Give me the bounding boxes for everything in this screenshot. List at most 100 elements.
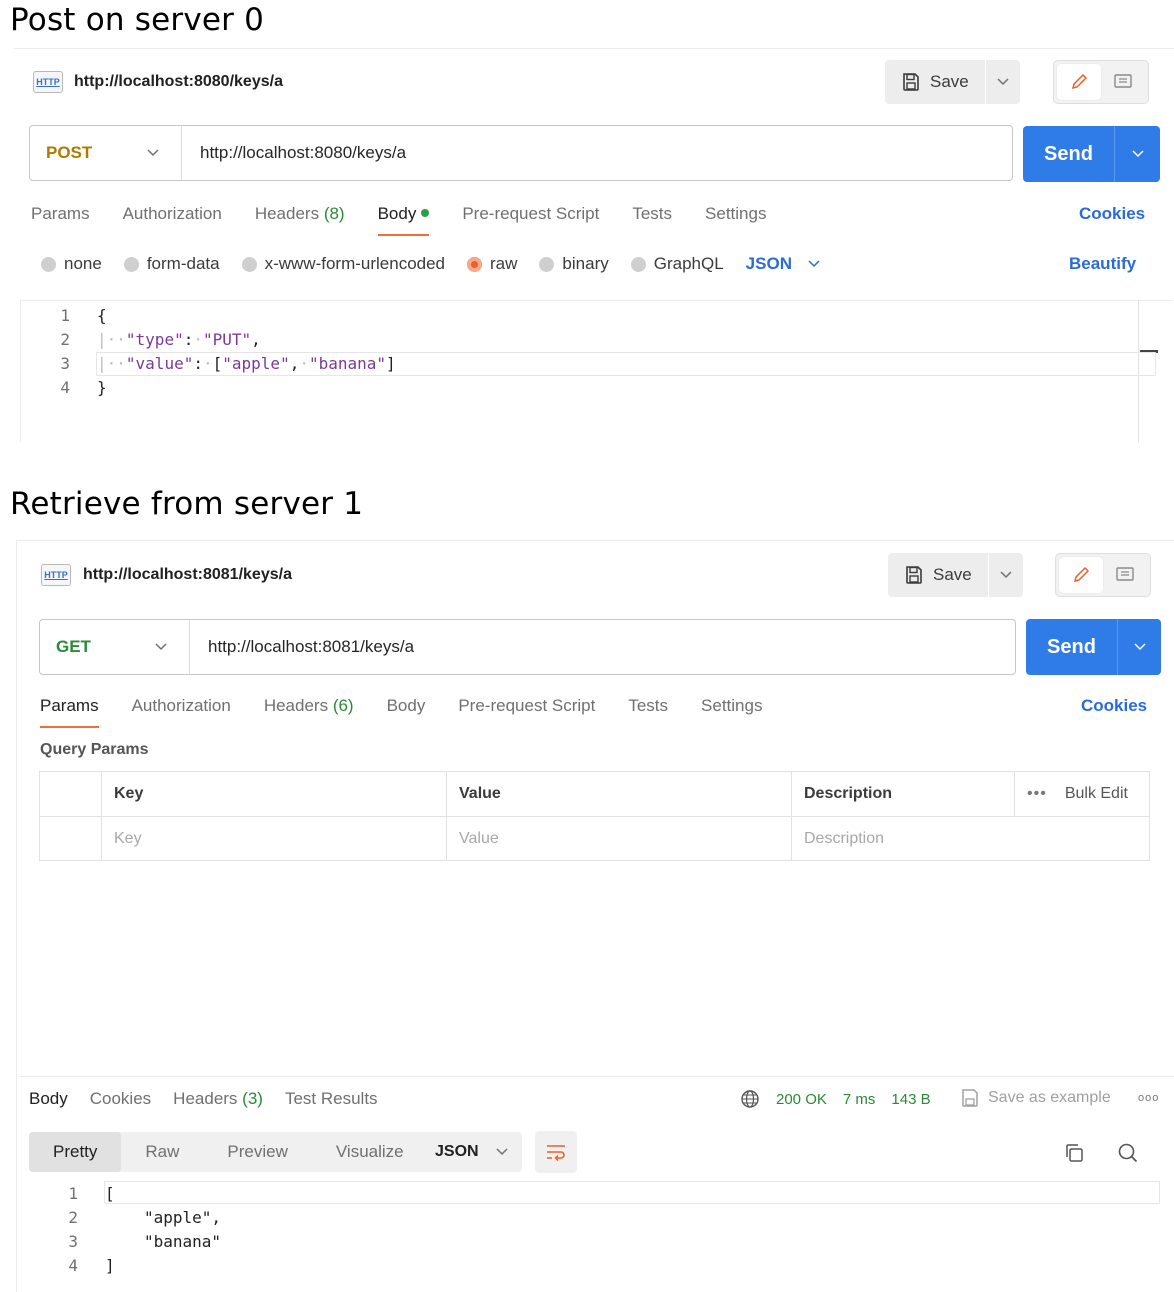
view-raw[interactable]: Raw — [121, 1132, 203, 1172]
section-heading-get: Retrieve from server 1 — [10, 486, 364, 522]
tab-body[interactable]: Body — [387, 696, 426, 716]
tab-headers[interactable]: Headers (6) — [264, 696, 354, 716]
save-label: Save — [933, 565, 972, 584]
radio-none[interactable]: none — [41, 254, 102, 274]
status-code[interactable]: 200 OK — [776, 1091, 827, 1108]
bulk-edit-button[interactable]: ••• Bulk Edit — [1015, 772, 1151, 816]
table-header-row: Key Value Description ••• Bulk Edit — [40, 772, 1149, 817]
line-number: 1 — [68, 1184, 78, 1203]
tab-pre-request-script[interactable]: Pre-request Script — [462, 204, 599, 224]
view-pretty[interactable]: Pretty — [29, 1132, 122, 1172]
http-icon: HTTP — [33, 71, 63, 93]
response-tab-body[interactable]: Body — [29, 1089, 68, 1109]
description-input[interactable]: Description — [792, 817, 1151, 861]
code-close-brace: } — [97, 378, 107, 397]
search-button[interactable] — [1117, 1142, 1139, 1169]
save-dropdown[interactable] — [986, 60, 1020, 104]
chevron-down-icon — [997, 78, 1009, 86]
method-select[interactable]: POST — [30, 126, 182, 180]
send-label[interactable]: Send — [1023, 126, 1115, 182]
line-number: 1 — [60, 306, 70, 325]
tab-settings[interactable]: Settings — [701, 696, 762, 716]
response-divider — [18, 1076, 1174, 1077]
response-time[interactable]: 7 ms — [843, 1091, 876, 1108]
comments-mode-button[interactable] — [1101, 64, 1145, 100]
cookies-link[interactable]: Cookies — [1081, 696, 1147, 716]
edit-mode-button[interactable] — [1059, 557, 1103, 593]
more-options-icon[interactable]: ooo — [1138, 1092, 1159, 1104]
view-preview[interactable]: Preview — [203, 1132, 311, 1172]
tab-body-label: Body — [377, 204, 417, 223]
active-line-highlight — [104, 1181, 1160, 1204]
cookies-link[interactable]: Cookies — [1079, 204, 1145, 224]
edit-mode-button[interactable] — [1057, 64, 1101, 100]
tab-headers-label: Headers — [263, 696, 329, 715]
edit-doc-toggle[interactable] — [1055, 553, 1151, 597]
format-select[interactable]: JSON — [746, 254, 820, 274]
code-open-bracket: [ — [105, 1184, 115, 1203]
response-tab-headers[interactable]: Headers (3) — [173, 1089, 263, 1109]
key-input[interactable]: Key — [102, 817, 447, 861]
response-size[interactable]: 143 B — [891, 1091, 930, 1108]
tab-headers[interactable]: Headers (8) — [255, 204, 345, 224]
comment-icon — [1116, 567, 1134, 581]
request-tabs: Params Authorization Headers (8) Body Pr… — [31, 204, 799, 236]
save-button[interactable]: Save — [888, 553, 1023, 597]
tab-pre-request-script[interactable]: Pre-request Script — [458, 696, 595, 716]
response-format-select[interactable]: JSON — [421, 1132, 522, 1172]
save-dropdown[interactable] — [989, 553, 1023, 597]
query-params-table: Key Value Description ••• Bulk Edit Key … — [39, 771, 1150, 861]
value-input[interactable]: Value — [447, 817, 792, 861]
radio-dot — [539, 256, 555, 272]
comments-mode-button[interactable] — [1103, 557, 1147, 593]
tab-params[interactable]: Params — [31, 204, 90, 224]
beautify-link[interactable]: Beautify — [1069, 254, 1136, 274]
url-input[interactable]: http://localhost:8080/keys/a — [182, 143, 406, 163]
wrap-lines-icon — [547, 1145, 565, 1161]
response-status: 200 OK 7 ms 143 B — [740, 1089, 931, 1109]
search-icon — [1118, 1143, 1138, 1163]
request-title: http://localhost:8080/keys/a — [74, 73, 283, 90]
radio-urlencoded[interactable]: x-www-form-urlencoded — [241, 254, 446, 274]
globe-icon[interactable] — [740, 1089, 760, 1109]
tab-body[interactable]: Body — [377, 204, 430, 236]
request-title: http://localhost:8081/keys/a — [83, 566, 292, 583]
copy-button[interactable] — [1063, 1142, 1085, 1169]
row-checkbox[interactable] — [40, 817, 102, 861]
method-select[interactable]: GET — [40, 620, 190, 674]
method-label: POST — [46, 143, 93, 162]
tab-authorization[interactable]: Authorization — [123, 204, 222, 224]
wrap-lines-button[interactable] — [535, 1131, 577, 1173]
tab-params[interactable]: Params — [40, 696, 99, 728]
response-tab-test-results[interactable]: Test Results — [285, 1089, 378, 1109]
send-button[interactable]: Send — [1026, 619, 1161, 675]
view-visualize[interactable]: Visualize — [312, 1132, 428, 1172]
response-tab-cookies[interactable]: Cookies — [90, 1089, 151, 1109]
code-close-bracket: ] — [105, 1256, 115, 1275]
tab-settings[interactable]: Settings — [705, 204, 766, 224]
send-dropdown[interactable] — [1118, 619, 1161, 675]
radio-binary[interactable]: binary — [539, 254, 609, 274]
radio-graphql[interactable]: GraphQL — [630, 254, 724, 274]
save-as-example-button[interactable]: Save as example — [960, 1088, 1111, 1108]
headers-count: (6) — [332, 696, 354, 715]
edit-doc-toggle[interactable] — [1053, 60, 1149, 104]
radio-urlencoded-label: x-www-form-urlencoded — [264, 254, 446, 273]
tab-tests[interactable]: Tests — [632, 204, 672, 224]
radio-form-data[interactable]: form-data — [123, 254, 220, 274]
code-line-value: |··"value":·["apple",·"banana"] — [97, 354, 396, 373]
save-button[interactable]: Save — [885, 60, 1020, 104]
url-input[interactable]: http://localhost:8081/keys/a — [190, 637, 414, 657]
radio-none-label: none — [64, 254, 102, 273]
url-bar: GET http://localhost:8081/keys/a — [39, 619, 1016, 675]
more-options-icon[interactable]: ••• — [1027, 785, 1047, 803]
section-heading-post: Post on server 0 — [10, 2, 265, 38]
table-row: Key Value Description — [40, 817, 1149, 861]
radio-raw[interactable]: raw — [467, 254, 517, 274]
send-dropdown[interactable] — [1115, 126, 1160, 182]
send-label[interactable]: Send — [1026, 619, 1118, 675]
tab-authorization[interactable]: Authorization — [132, 696, 231, 716]
tab-headers-label: Headers — [254, 204, 320, 223]
send-button[interactable]: Send — [1023, 126, 1160, 182]
tab-tests[interactable]: Tests — [628, 696, 668, 716]
